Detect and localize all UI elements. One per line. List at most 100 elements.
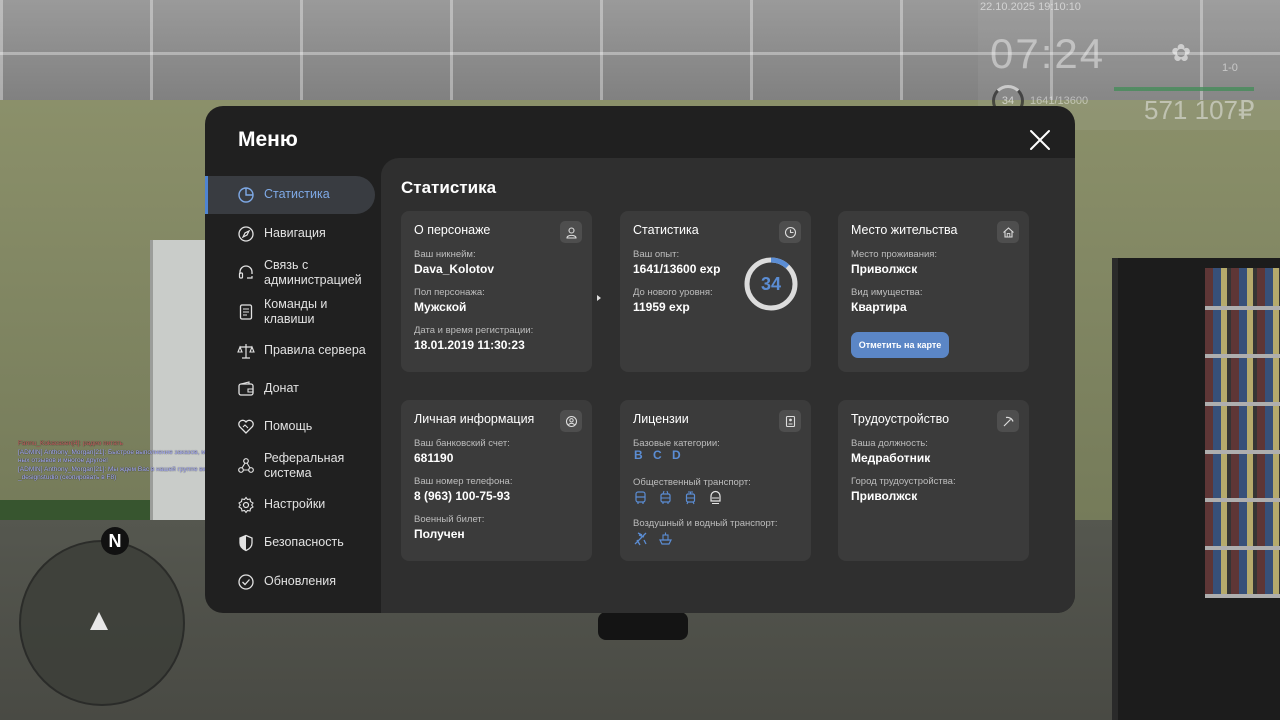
sidebar-item-label: Реферальная система: [264, 451, 345, 480]
menu-window: Меню Статистика Навигация Связь с админи…: [205, 106, 1075, 613]
headset-icon: [237, 264, 255, 282]
base-categories-value: B C D: [634, 448, 681, 462]
wallet-icon: [237, 380, 255, 398]
level-value: 34: [760, 274, 782, 294]
job-city-label: Город трудоустройства:: [851, 476, 956, 487]
sidebar-item-security[interactable]: Безопасность: [205, 524, 375, 562]
residence-card: Место жительства Место проживания: Приво…: [838, 211, 1029, 372]
job-position-label: Ваша должность:: [851, 438, 928, 449]
check-circle-icon: [237, 573, 255, 591]
plane-icon: [633, 531, 648, 546]
employment-card: Трудоустройство Ваша должность: Медработ…: [838, 400, 1029, 561]
share-icon: [237, 457, 255, 475]
card-title: Трудоустройство: [851, 412, 950, 426]
registration-value: 18.01.2019 11:30:23: [414, 338, 525, 352]
sidebar-item-rules[interactable]: Правила сервера: [205, 332, 375, 370]
close-icon: [1030, 130, 1050, 150]
clock-icon: [779, 221, 801, 243]
card-title: Статистика: [633, 223, 699, 237]
house-icon: [997, 221, 1019, 243]
minimap-north-marker: N: [101, 527, 129, 555]
sidebar-item-commands[interactable]: Команды и клавиши: [205, 293, 375, 331]
tram-icon: [683, 490, 698, 505]
bank-account-label: Ваш банковский счет:: [414, 438, 510, 449]
personal-info-card: Личная информация Ваш банковский счет: 6…: [401, 400, 592, 561]
phone-value: 8 (963) 100-75-93: [414, 489, 511, 503]
stats-card: Статистика Ваш опыт: 1641/13600 exp До н…: [620, 211, 811, 372]
next-level-label: До нового уровня:: [633, 287, 713, 298]
registration-label: Дата и время регистрации:: [414, 325, 534, 336]
gender-value: Мужской: [414, 300, 467, 314]
air-water-transport-icons: [633, 531, 673, 546]
sidebar-item-admin-contact[interactable]: Связь с администрацией: [205, 254, 375, 292]
heart-handshake-icon: [237, 418, 255, 436]
sidebar-item-referral[interactable]: Реферальная система: [205, 447, 375, 485]
residence-place-value: Приволжск: [851, 262, 918, 276]
sidebar-item-label: Помощь: [264, 419, 313, 433]
user-icon: [560, 221, 582, 243]
military-id-value: Получен: [414, 527, 465, 541]
sidebar-item-label: Команды и клавиши: [264, 297, 328, 326]
hud-money: 571 107₽: [1144, 95, 1255, 125]
boat-icon: [658, 531, 673, 546]
sidebar-item-donate[interactable]: Донат: [205, 370, 375, 408]
content-title: Статистика: [401, 178, 497, 197]
content-panel: Статистика О персонаже Ваш никнейм: Dava…: [381, 158, 1075, 613]
gender-label: Пол персонажа:: [414, 287, 485, 298]
sidebar-item-navigation[interactable]: Навигация: [205, 215, 375, 253]
card-title: Лицензии: [633, 412, 689, 426]
metro-icon: [708, 490, 723, 505]
scales-icon: [237, 342, 255, 360]
sidebar-item-updates[interactable]: Обновления: [205, 563, 375, 601]
sidebar-item-label: Правила сервера: [264, 343, 366, 357]
sidebar-item-label: Настройки: [264, 497, 326, 511]
mark-on-map-button[interactable]: Отметить на карте: [851, 332, 949, 358]
trolleybus-icon: [658, 490, 673, 505]
phone-label: Ваш номер телефона:: [414, 476, 513, 487]
licenses-card: Лицензии Базовые категории: B C D Общест…: [620, 400, 811, 561]
residence-place-label: Место проживания:: [851, 249, 938, 260]
document-icon: [237, 303, 255, 321]
property-type-value: Квартира: [851, 300, 907, 314]
level-progress-ring: 34: [743, 256, 799, 312]
bus-icon: [633, 490, 648, 505]
hud-clock: 07:24: [990, 30, 1106, 77]
compass-icon: [237, 225, 255, 243]
close-button[interactable]: [1025, 125, 1055, 155]
vending-machine-shelves: [1205, 268, 1280, 598]
gear-icon: [237, 496, 255, 514]
air-water-transport-label: Воздушный и водный транспорт:: [633, 518, 778, 529]
nickname-value: Dava_Kolotov: [414, 262, 495, 276]
sidebar: Статистика Навигация Связь с администрац…: [205, 176, 381, 613]
hud-ammo: 1-0: [1222, 62, 1238, 74]
military-id-label: Военный билет:: [414, 514, 485, 525]
sidebar-item-settings[interactable]: Настройки: [205, 486, 375, 524]
sidebar-item-help[interactable]: Помощь: [205, 408, 375, 446]
sidebar-item-label: Навигация: [264, 226, 326, 240]
shield-icon: [237, 534, 255, 552]
hud-health-bar: [1114, 87, 1254, 91]
menu-title: Меню: [238, 128, 298, 151]
character-card: О персонаже Ваш никнейм: Dava_Kolotov По…: [401, 211, 592, 372]
next-level-value: 11959 exp: [633, 300, 690, 314]
minimap-player-arrow-icon: [90, 612, 108, 630]
exp-label: Ваш опыт:: [633, 249, 680, 260]
id-badge-icon: [779, 410, 801, 432]
grenade-icon: ✿: [1170, 40, 1192, 67]
sidebar-item-label: Обновления: [264, 574, 336, 588]
sidebar-item-statistics[interactable]: Статистика: [205, 176, 375, 214]
sidebar-item-label: Статистика: [264, 187, 330, 201]
property-type-label: Вид имущества:: [851, 287, 923, 298]
sidebar-item-label: Связь с администрацией: [264, 258, 362, 287]
public-transport-icons: [633, 490, 723, 505]
nickname-label: Ваш никнейм:: [414, 249, 476, 260]
public-transport-label: Общественный транспорт:: [633, 477, 751, 488]
card-title: Личная информация: [414, 412, 535, 426]
exp-value: 1641/13600 exp: [633, 262, 721, 276]
pie-chart-icon: [237, 186, 255, 204]
job-city-value: Приволжск: [851, 489, 918, 503]
job-position-value: Медработник: [851, 451, 931, 465]
bank-account-value: 681190: [414, 451, 454, 465]
player-character: [598, 612, 688, 640]
card-title: О персонаже: [414, 223, 491, 237]
